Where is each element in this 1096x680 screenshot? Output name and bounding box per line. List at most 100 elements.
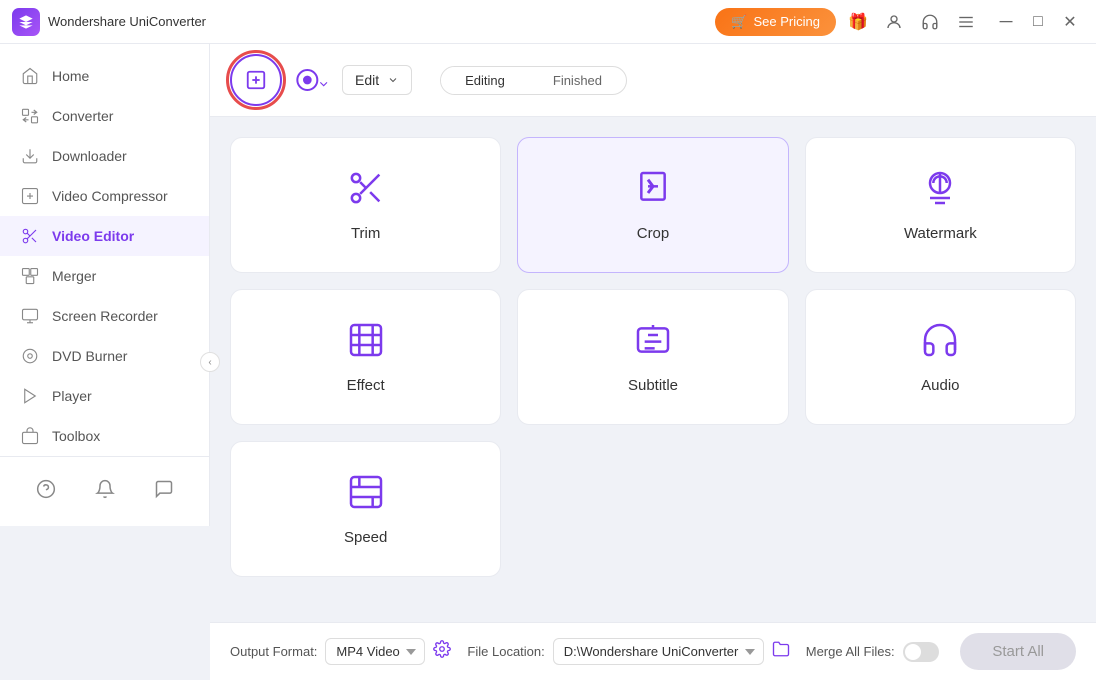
merge-all-label: Merge All Files: xyxy=(806,644,895,659)
gift-icon: 🎁 xyxy=(848,12,868,32)
sidebar-label-video-editor: Video Editor xyxy=(52,228,134,244)
sidebar-item-video-compressor[interactable]: Video Compressor xyxy=(0,176,209,216)
sidebar-item-converter[interactable]: Converter xyxy=(0,96,209,136)
sidebar-label-dvd-burner: DVD Burner xyxy=(52,348,127,364)
crop-icon xyxy=(633,168,673,213)
app-logo xyxy=(12,8,40,36)
account-button[interactable] xyxy=(880,8,908,36)
start-all-button[interactable]: Start All xyxy=(960,633,1076,670)
converter-icon xyxy=(20,106,40,126)
merge-all-toggle[interactable] xyxy=(903,642,939,662)
trim-label: Trim xyxy=(351,225,380,242)
sidebar-item-screen-recorder[interactable]: Screen Recorder xyxy=(0,296,209,336)
app-body: Home Converter Downloader Video Compress… xyxy=(0,44,1096,680)
sidebar-footer xyxy=(0,469,209,514)
sidebar-label-toolbox: Toolbox xyxy=(52,428,100,444)
main-content: Edit Editing Finished xyxy=(210,44,1096,680)
subtitle-icon xyxy=(633,320,673,365)
see-pricing-button[interactable]: 🛒 See Pricing xyxy=(715,8,836,36)
audio-card[interactable]: Audio xyxy=(805,289,1076,425)
sidebar-label-downloader: Downloader xyxy=(52,148,127,164)
sidebar-label-merger: Merger xyxy=(52,268,96,284)
effect-card[interactable]: Effect xyxy=(230,289,501,425)
notifications-button[interactable] xyxy=(95,479,115,504)
file-location-folder-button[interactable] xyxy=(772,640,790,663)
scissors-icon xyxy=(20,226,40,246)
toolbar: Edit Editing Finished xyxy=(210,44,1096,117)
add-files-icon xyxy=(245,69,267,91)
close-button[interactable]: ✕ xyxy=(1056,8,1084,36)
sidebar-wrapper: Home Converter Downloader Video Compress… xyxy=(0,44,210,680)
screen-record-button[interactable] xyxy=(294,62,330,98)
file-location-select[interactable]: D:\Wondershare UniConverter xyxy=(553,638,764,665)
tab-group: Editing Finished xyxy=(440,66,627,95)
sidebar-bottom xyxy=(0,456,209,514)
trim-card[interactable]: Trim xyxy=(230,137,501,273)
sidebar-item-video-editor[interactable]: Video Editor xyxy=(0,216,209,256)
bottom-bar: Output Format: MP4 Video File Location: … xyxy=(210,622,1096,680)
home-icon xyxy=(20,66,40,86)
output-settings-button[interactable] xyxy=(433,640,451,663)
dvd-icon xyxy=(20,346,40,366)
player-icon xyxy=(20,386,40,406)
sidebar-label-player: Player xyxy=(52,388,92,404)
downloader-icon xyxy=(20,146,40,166)
app-title: Wondershare UniConverter xyxy=(48,14,715,29)
gift-button[interactable]: 🎁 xyxy=(844,8,872,36)
output-format-label: Output Format: xyxy=(230,644,317,659)
add-files-button[interactable] xyxy=(230,54,282,106)
sidebar-item-home[interactable]: Home xyxy=(0,56,209,96)
menu-button[interactable] xyxy=(952,8,980,36)
effect-icon xyxy=(346,320,386,365)
sidebar-item-merger[interactable]: Merger xyxy=(0,256,209,296)
screen-recorder-icon xyxy=(20,306,40,326)
feature-area: Trim Crop xyxy=(210,117,1096,622)
edit-dropdown-label: Edit xyxy=(355,72,379,88)
sidebar-collapse-button[interactable]: ‹ xyxy=(200,352,220,372)
window-controls: ─ □ ✕ xyxy=(992,8,1084,36)
sidebar-label-video-compressor: Video Compressor xyxy=(52,188,168,204)
tab-editing[interactable]: Editing xyxy=(441,67,529,94)
audio-icon xyxy=(920,320,960,365)
merger-icon xyxy=(20,266,40,286)
edit-dropdown-button[interactable]: Edit xyxy=(342,65,412,95)
sidebar-label-home: Home xyxy=(52,68,89,84)
tab-finished[interactable]: Finished xyxy=(529,67,626,94)
speed-label: Speed xyxy=(344,529,387,546)
sidebar-label-screen-recorder: Screen Recorder xyxy=(52,308,158,324)
help-button[interactable] xyxy=(36,479,56,504)
sidebar-item-dvd-burner[interactable]: DVD Burner xyxy=(0,336,209,376)
trim-icon xyxy=(346,168,386,213)
file-location-label: File Location: xyxy=(467,644,544,659)
speed-icon xyxy=(346,472,386,517)
sidebar-item-toolbox[interactable]: Toolbox xyxy=(0,416,209,456)
watermark-label: Watermark xyxy=(904,225,977,242)
watermark-icon xyxy=(920,168,960,213)
feature-grid: Trim Crop xyxy=(230,137,1076,577)
output-format-select[interactable]: MP4 Video xyxy=(325,638,425,665)
maximize-button[interactable]: □ xyxy=(1024,8,1052,36)
see-pricing-label: See Pricing xyxy=(754,14,820,29)
minimize-button[interactable]: ─ xyxy=(992,8,1020,36)
speed-card[interactable]: Speed xyxy=(230,441,501,577)
sidebar-item-player[interactable]: Player xyxy=(0,376,209,416)
crop-label: Crop xyxy=(637,225,670,242)
merge-all-field: Merge All Files: xyxy=(806,642,939,662)
sidebar-label-converter: Converter xyxy=(52,108,113,124)
audio-label: Audio xyxy=(921,377,959,394)
headset-button[interactable] xyxy=(916,8,944,36)
subtitle-card[interactable]: Subtitle xyxy=(517,289,788,425)
title-bar-actions: 🛒 See Pricing 🎁 ─ □ ✕ xyxy=(715,8,1084,36)
toolbox-icon xyxy=(20,426,40,446)
feedback-button[interactable] xyxy=(154,479,174,504)
file-location-field: File Location: D:\Wondershare UniConvert… xyxy=(467,638,789,665)
subtitle-label: Subtitle xyxy=(628,377,678,394)
output-format-field: Output Format: MP4 Video xyxy=(230,638,451,665)
sidebar: Home Converter Downloader Video Compress… xyxy=(0,44,210,526)
sidebar-item-downloader[interactable]: Downloader xyxy=(0,136,209,176)
compress-icon xyxy=(20,186,40,206)
crop-card[interactable]: Crop xyxy=(517,137,788,273)
watermark-card[interactable]: Watermark xyxy=(805,137,1076,273)
effect-label: Effect xyxy=(347,377,385,394)
cart-icon: 🛒 xyxy=(731,14,747,30)
